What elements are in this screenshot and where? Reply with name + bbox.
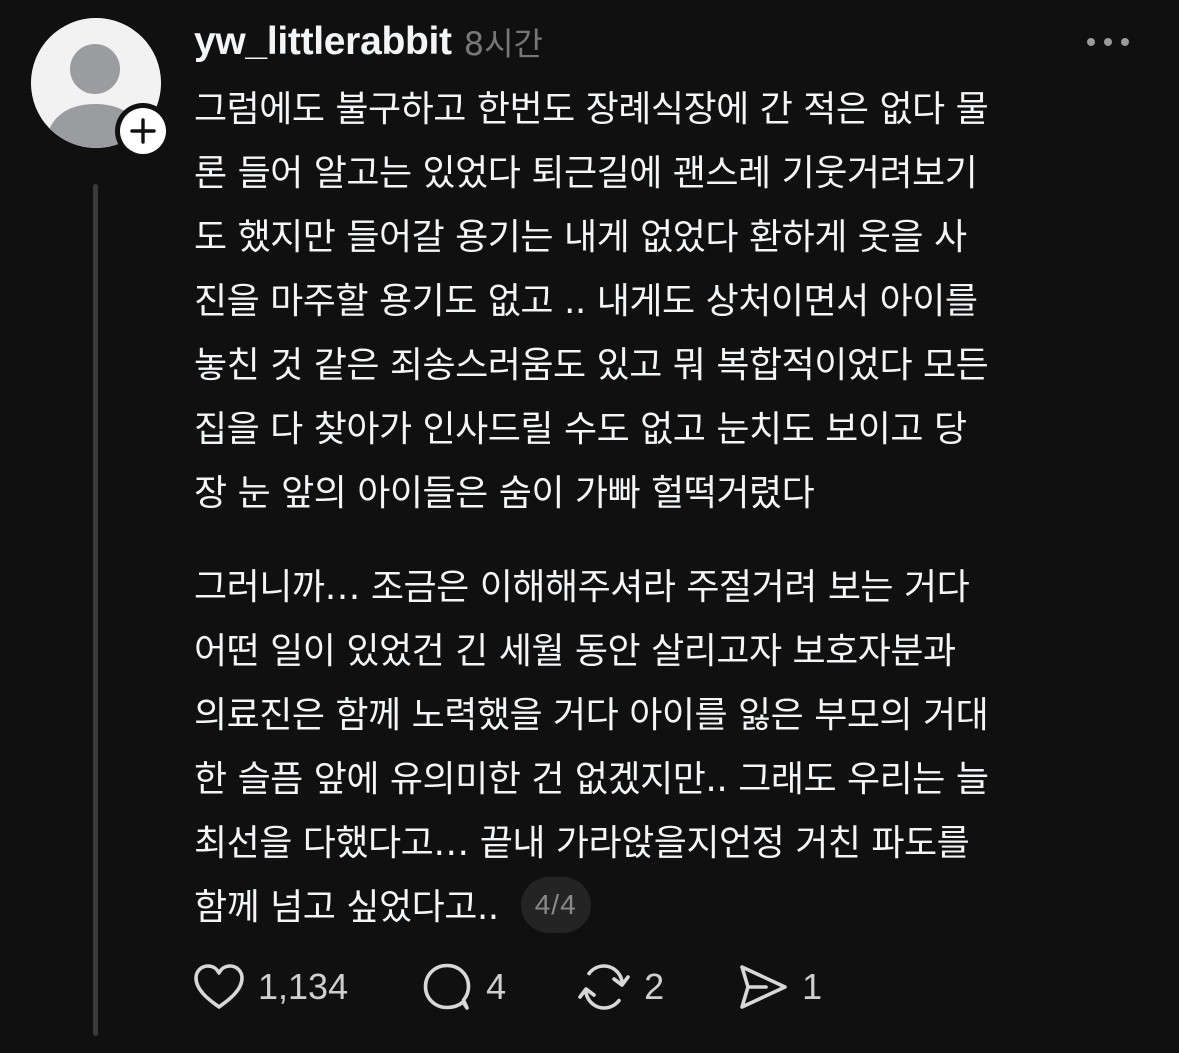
more-options-button[interactable] xyxy=(1078,22,1138,62)
like-button[interactable]: 1,134 xyxy=(192,962,348,1012)
page-indicator: 4/4 xyxy=(520,877,591,933)
like-count: 1,134 xyxy=(258,966,349,1007)
more-horizontal-icon xyxy=(1087,38,1129,46)
thread-line xyxy=(93,184,98,1036)
post-paragraph: 그럼에도 불구하고 한번도 장례식장에 간 적은 없다 물 론 들어 알고는 있… xyxy=(194,78,1154,526)
repost-count: 2 xyxy=(644,966,665,1007)
post-last-line: 함께 넘고 싶었다고.. 4/4 xyxy=(194,876,1154,940)
repost-icon xyxy=(578,964,630,1010)
reply-button[interactable]: 4 xyxy=(420,961,506,1013)
share-count: 1 xyxy=(802,966,823,1007)
action-bar: 1,134 4 2 1 xyxy=(192,958,822,1016)
follow-button[interactable] xyxy=(115,103,171,159)
heart-icon xyxy=(194,964,244,1009)
share-button[interactable]: 1 xyxy=(736,962,822,1012)
post-line: 최선을 다했다고… 끝내 가라앉을지언정 거친 파도를 xyxy=(194,823,970,864)
post-header: yw_littlerabbit 8시간 xyxy=(194,14,543,70)
post-line: 도 했지만 들어갈 용기는 내게 없었다 환하게 웃을 사 xyxy=(194,217,967,258)
post-line: 한 슬픔 앞에 유의미한 건 없겠지만.. 그래도 우리는 늘 xyxy=(194,759,989,800)
post-body: 그럼에도 불구하고 한번도 장례식장에 간 적은 없다 물 론 들어 알고는 있… xyxy=(194,78,1154,940)
post-line: 어떤 일이 있었건 긴 세월 동안 살리고자 보호자분과 xyxy=(194,631,956,672)
post-line: 놓친 것 같은 죄송스러움도 있고 뭐 복합적이었다 모든 xyxy=(194,345,989,386)
timestamp: 8시간 xyxy=(463,25,543,63)
post-line: 의료진은 함께 노력했을 거다 아이를 잃은 부모의 거대 xyxy=(194,695,989,736)
send-icon xyxy=(740,965,787,1009)
post-line: 론 들어 알고는 있었다 퇴근길에 괜스레 기웃거려보기 xyxy=(194,153,978,194)
post-line: 집을 다 찾아가 인사드릴 수도 없고 눈치도 보이고 당 xyxy=(194,409,967,450)
post-line-text: 함께 넘고 싶었다고.. xyxy=(194,887,499,928)
post-line: 진을 마주할 용기도 없고 .. 내게도 상처이면서 아이를 xyxy=(194,281,978,322)
plus-icon xyxy=(130,118,156,144)
follow-button-inner xyxy=(120,108,166,154)
comment-icon xyxy=(423,963,471,1010)
repost-button[interactable]: 2 xyxy=(576,961,664,1013)
reply-count: 4 xyxy=(486,966,507,1007)
post-paragraph: 그러니까… 조금은 이해해주셔라 주절거려 보는 거다 어떤 일이 있었건 긴 … xyxy=(194,556,1154,940)
post-line: 장 눈 앞의 아이들은 숨이 가빠 헐떡거렸다 xyxy=(194,473,815,514)
username[interactable]: yw_littlerabbit xyxy=(194,20,452,64)
post-line: 그러니까… 조금은 이해해주셔라 주절거려 보는 거다 xyxy=(194,567,970,608)
post-line: 그럼에도 불구하고 한번도 장례식장에 간 적은 없다 물 xyxy=(194,89,989,130)
